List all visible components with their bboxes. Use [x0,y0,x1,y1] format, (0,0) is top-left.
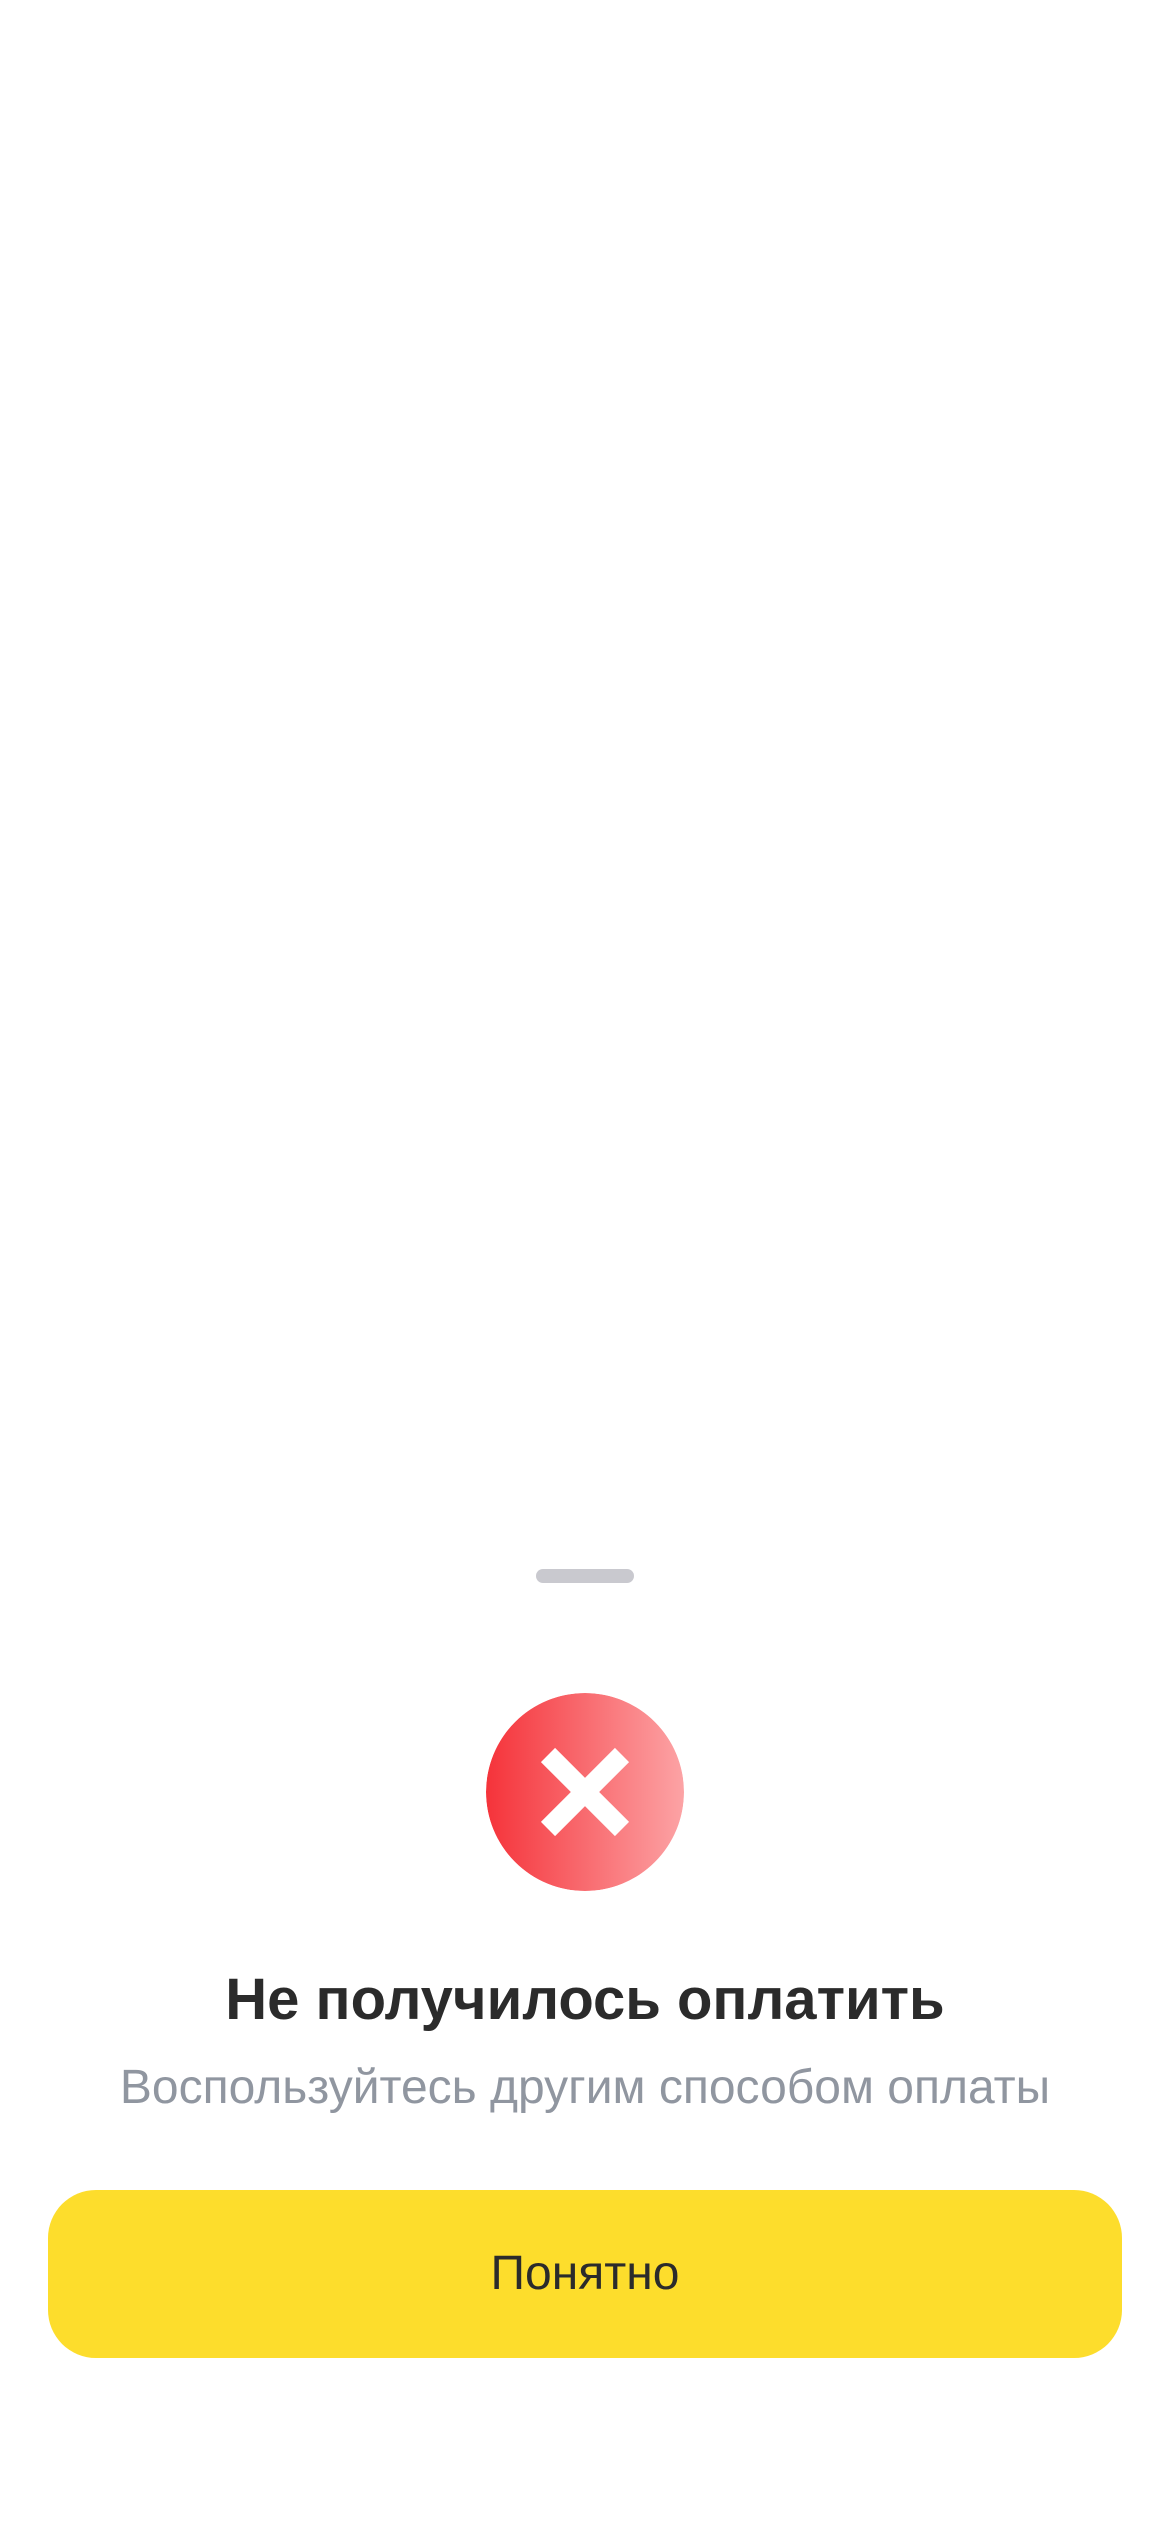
payment-screen: Не получилось оплатить Воспользуйтесь др… [0,0,1170,2532]
sheet-subtitle: Воспользуйтесь другим способом оплаты [119,2061,1051,2114]
error-cross-icon [486,1693,684,1891]
ok-button-label: Понятно [490,2247,680,2300]
sheet-grabber-handle[interactable] [536,1569,634,1583]
bottom-sheet: Не получилось оплатить Воспользуйтесь др… [0,1520,1170,2532]
sheet-title: Не получилось оплатить [225,1967,945,2032]
ok-button[interactable]: Понятно [48,2190,1122,2358]
